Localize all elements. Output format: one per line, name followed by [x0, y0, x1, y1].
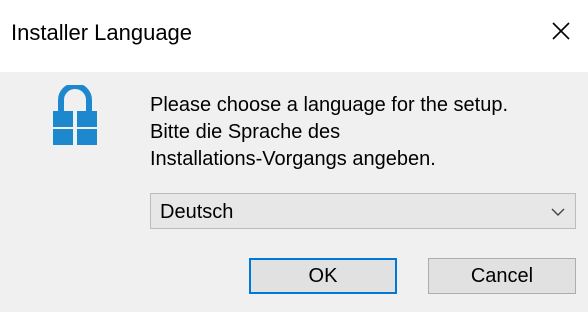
close-button[interactable] — [532, 0, 588, 68]
close-icon — [552, 22, 570, 40]
prompt-text-line-1: Please choose a language for the setup. — [150, 94, 509, 116]
prompt-text-line-2: Bitte die Sprache des — [150, 121, 341, 143]
title-bar: Installer Language — [0, 0, 588, 72]
cancel-button[interactable]: Cancel — [428, 258, 576, 294]
chevron-down-icon — [551, 208, 565, 216]
ok-button[interactable]: OK — [249, 258, 397, 294]
prompt-text-line-3: Installations-Vorgangs angeben. — [150, 148, 436, 170]
dialog-content: Please choose a language for the setup. … — [0, 72, 588, 312]
language-dropdown[interactable]: Deutsch — [150, 193, 576, 229]
installer-language-dialog: Installer Language Please choose a langu… — [0, 0, 588, 312]
lock-icon — [53, 85, 97, 145]
window-title: Installer Language — [11, 20, 193, 45]
language-dropdown-value: Deutsch — [160, 201, 234, 223]
